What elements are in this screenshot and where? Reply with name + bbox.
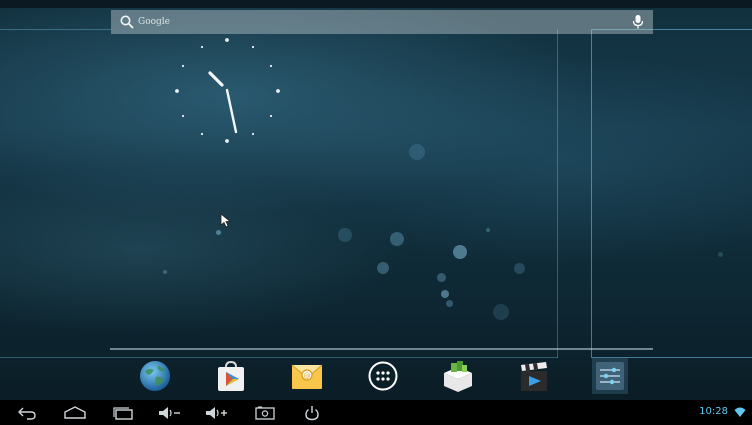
wallpaper-bokeh bbox=[377, 262, 389, 274]
wallpaper-bokeh bbox=[441, 290, 449, 298]
wallpaper-bokeh bbox=[493, 304, 509, 320]
wallpaper-bokeh bbox=[453, 245, 467, 259]
wallpaper-bokeh bbox=[718, 252, 723, 257]
wallpaper-bokeh bbox=[514, 263, 525, 274]
wallpaper-bokeh bbox=[437, 273, 446, 282]
volume-up-icon bbox=[206, 406, 227, 419]
google-search-bar[interactable]: Google bbox=[111, 10, 653, 34]
wallpaper-bokeh bbox=[486, 228, 490, 232]
file-box-icon bbox=[444, 361, 472, 392]
screenshot-button[interactable] bbox=[252, 400, 278, 425]
panel-edge-line bbox=[557, 29, 558, 358]
shopping-bag-play-icon bbox=[218, 360, 244, 391]
dock: @ bbox=[0, 354, 752, 400]
home-screen: Google @ 10:28 bbox=[0, 0, 752, 425]
recent-apps-button[interactable] bbox=[110, 400, 136, 425]
browser-app-icon[interactable] bbox=[137, 358, 173, 394]
all-apps-button[interactable] bbox=[365, 358, 401, 394]
home-button[interactable] bbox=[62, 400, 88, 425]
back-button[interactable] bbox=[14, 400, 40, 425]
clapperboard-icon bbox=[521, 362, 547, 391]
back-icon bbox=[18, 407, 36, 420]
home-icon bbox=[64, 405, 86, 419]
power-icon bbox=[305, 405, 319, 420]
navigation-bar: 10:28 bbox=[0, 400, 752, 425]
wallpaper-bokeh bbox=[446, 300, 453, 307]
panel-edge-line bbox=[0, 29, 111, 30]
envelope-icon: @ bbox=[291, 364, 323, 389]
globe-icon bbox=[140, 361, 170, 391]
analog-clock-widget[interactable] bbox=[172, 36, 284, 148]
screenshot-icon bbox=[255, 406, 275, 420]
play-store-app-icon[interactable] bbox=[213, 358, 249, 394]
wallpaper-bokeh bbox=[390, 232, 404, 246]
search-icon bbox=[120, 15, 134, 29]
search-placeholder: Google bbox=[138, 17, 170, 27]
volume-down-icon bbox=[159, 406, 180, 419]
settings-app-icon[interactable] bbox=[592, 358, 628, 394]
volume-up-button[interactable] bbox=[203, 400, 231, 425]
wallpaper-bokeh bbox=[163, 270, 167, 274]
volume-down-button[interactable] bbox=[156, 400, 184, 425]
recent-apps-icon bbox=[113, 406, 133, 420]
wallpaper-bokeh bbox=[409, 144, 425, 160]
power-button[interactable] bbox=[300, 400, 324, 425]
svg-text:@: @ bbox=[304, 372, 311, 380]
wallpaper-bokeh bbox=[338, 228, 352, 242]
email-app-icon[interactable]: @ bbox=[289, 358, 325, 394]
wifi-icon bbox=[734, 407, 746, 417]
next-page-panel[interactable] bbox=[591, 29, 752, 358]
app-drawer-icon bbox=[368, 361, 398, 391]
status-time: 10:28 bbox=[699, 406, 728, 417]
wallpaper-bokeh bbox=[216, 230, 221, 235]
sliders-icon bbox=[596, 362, 624, 390]
mic-icon[interactable] bbox=[631, 14, 645, 30]
file-manager-app-icon[interactable] bbox=[440, 358, 476, 394]
video-player-app-icon[interactable] bbox=[516, 358, 552, 394]
dock-divider bbox=[110, 348, 653, 350]
mouse-cursor-icon bbox=[220, 213, 232, 228]
status-strip bbox=[0, 0, 752, 8]
